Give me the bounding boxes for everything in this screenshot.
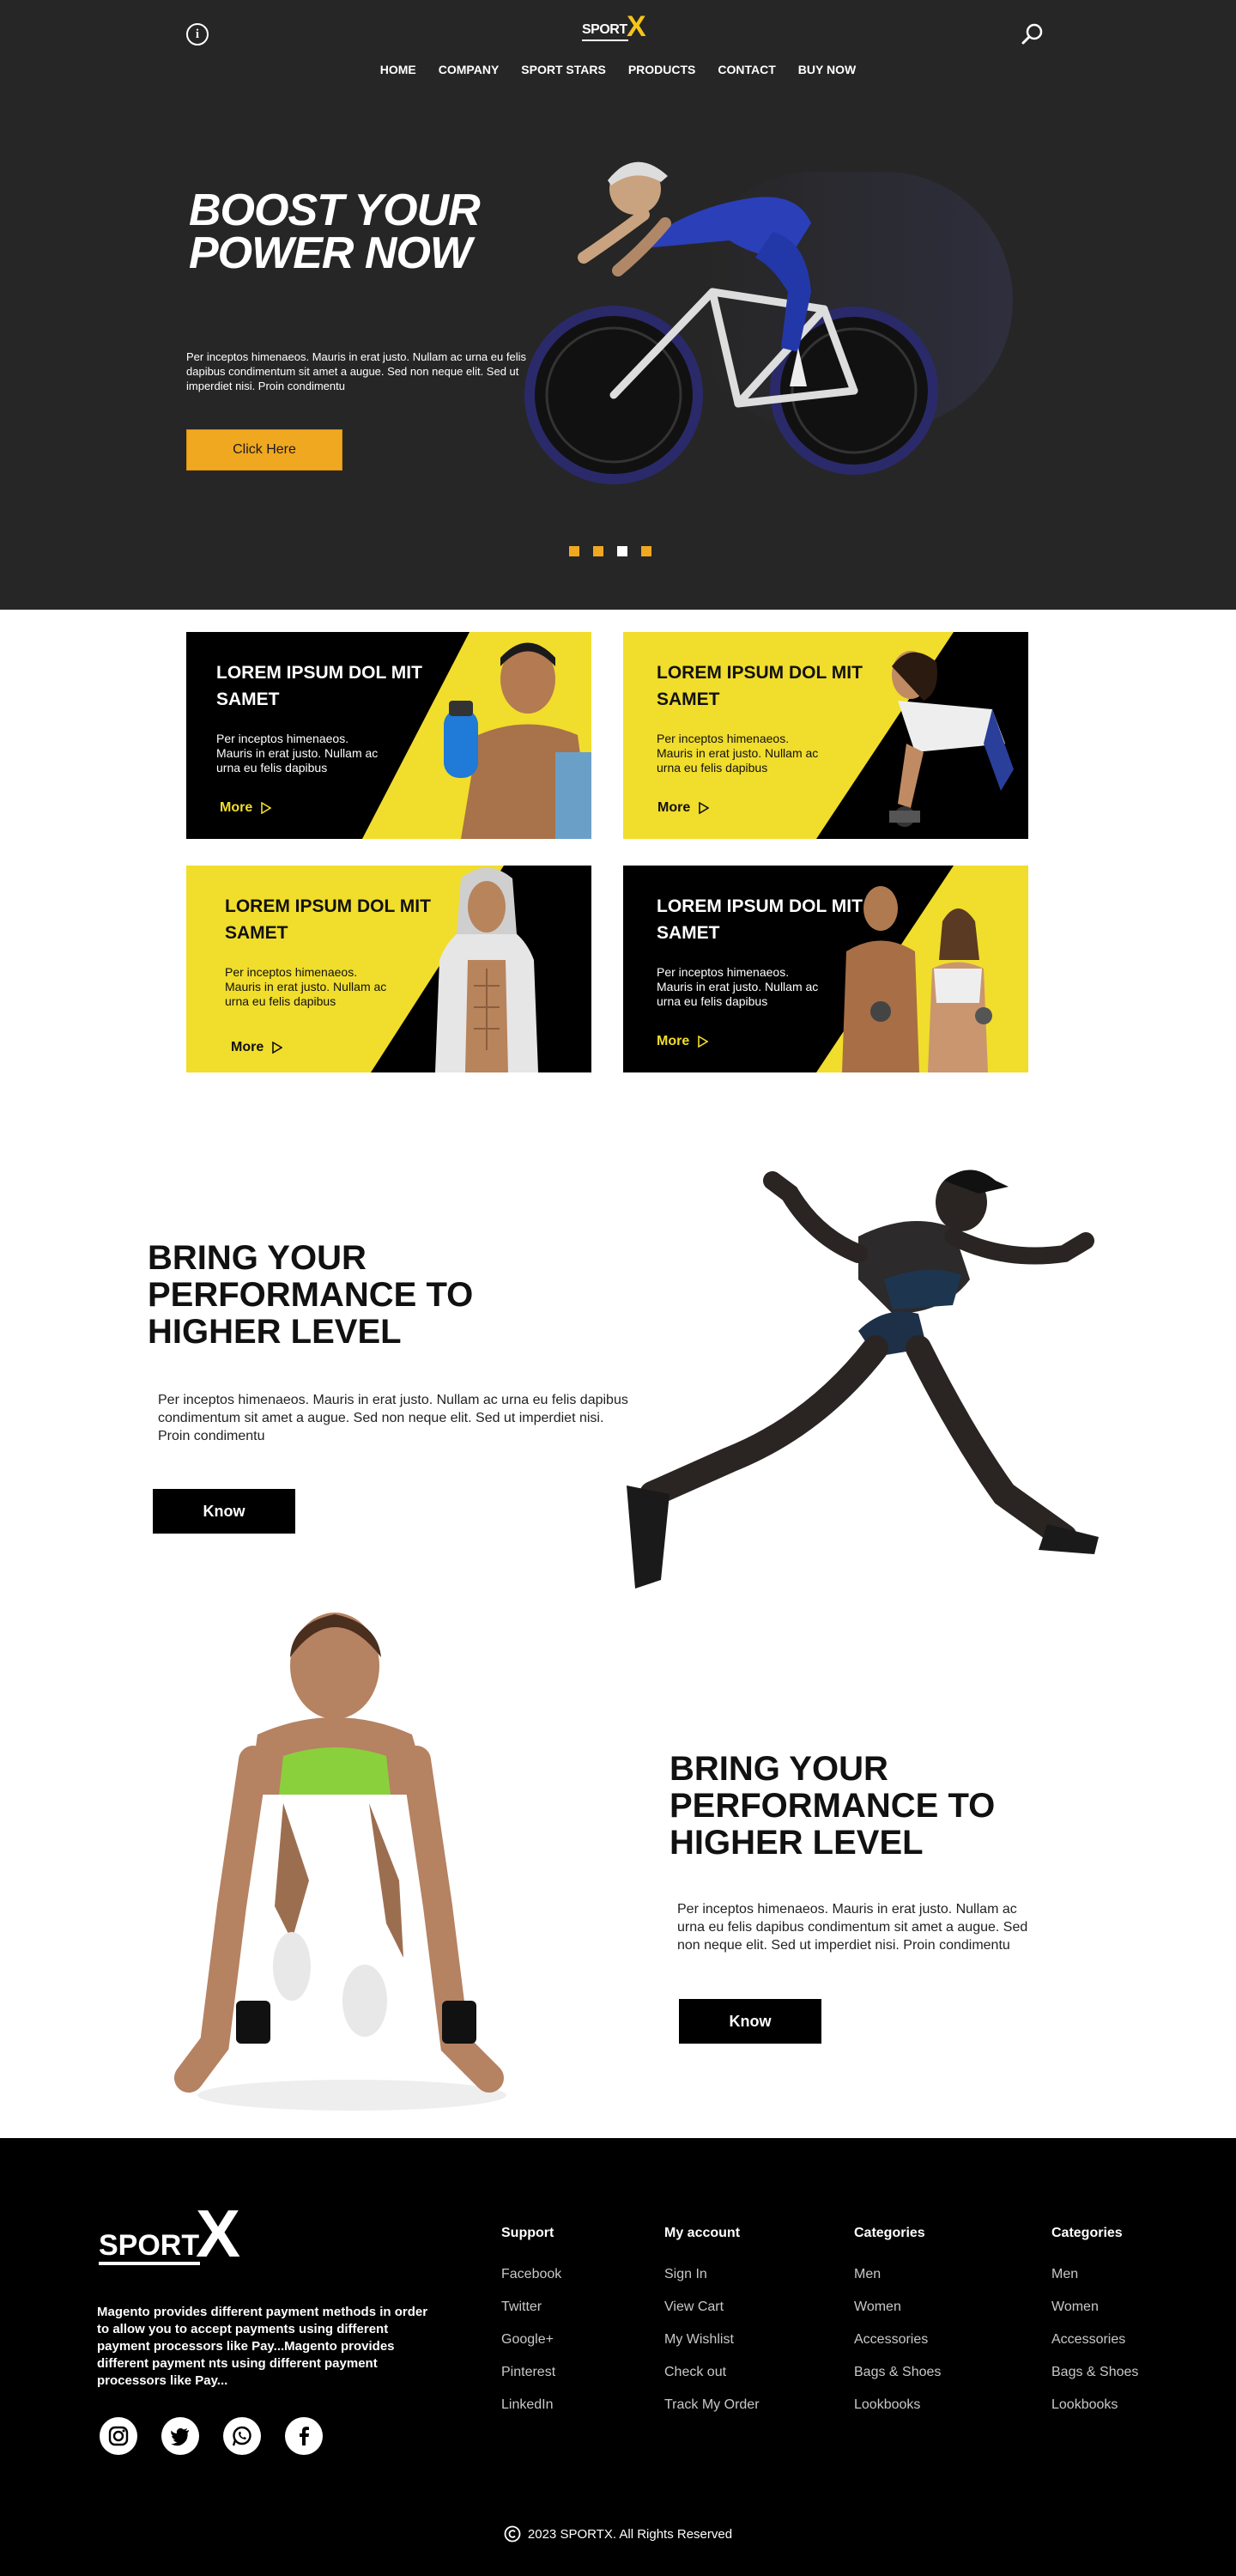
feature-2-title: BRING YOUR PERFORMANCE TO HIGHER LEVEL <box>670 1750 996 1862</box>
footer-col-categories-1: Categories Men Women Accessories Bags & … <box>854 2226 941 2430</box>
feature-2-text: Per inceptos himenaeos. Mauris in erat j… <box>677 1902 1028 1953</box>
copyright-text: 2023 SPORTX. All Rights Reserved <box>527 2526 733 2542</box>
footer-col-title: Support <box>501 2226 554 2240</box>
play-arrow-icon <box>261 802 272 814</box>
card-2-athlete-image <box>889 651 1014 827</box>
play-arrow-icon <box>272 1042 283 1054</box>
slider-dots <box>569 546 651 556</box>
svg-text:X: X <box>196 2200 240 2270</box>
copyright: 2023 SPORTX. All Rights Reserved <box>0 2525 1236 2543</box>
card-3-more-label: More <box>231 1040 264 1054</box>
copyright-icon <box>504 2525 521 2543</box>
logo[interactable]: SPORT X <box>582 12 654 46</box>
footer-link-accessories[interactable]: Accessories <box>854 2332 941 2348</box>
svg-text:SPORT: SPORT <box>99 2229 199 2262</box>
social-links <box>100 2417 323 2455</box>
footer-link-my-wishlist[interactable]: My Wishlist <box>664 2332 760 2348</box>
main-nav: HOME COMPANY SPORT STARS PRODUCTS CONTAC… <box>0 63 1236 76</box>
hero-title: BOOST YOUR POWER NOW <box>189 185 481 278</box>
nav-products[interactable]: PRODUCTS <box>617 63 707 76</box>
feature-1-title: BRING YOUR PERFORMANCE TO HIGHER LEVEL <box>148 1239 474 1351</box>
promo-card-1[interactable]: LOREM IPSUM DOL MIT SAMET Per inceptos h… <box>186 632 591 839</box>
footer-link-accessories[interactable]: Accessories <box>1051 2332 1138 2348</box>
feature-1-know-button[interactable]: Know <box>153 1489 295 1534</box>
footer-link-check-out[interactable]: Check out <box>664 2365 760 2380</box>
instagram-icon[interactable] <box>100 2417 137 2455</box>
footer-link-google-plus[interactable]: Google+ <box>501 2332 561 2348</box>
card-2-more-label: More <box>657 800 691 815</box>
footer-about-text: Magento provides different payment metho… <box>97 2305 428 2388</box>
footer-link-bags-shoes[interactable]: Bags & Shoes <box>854 2365 941 2380</box>
slide-dot-2[interactable] <box>593 546 603 556</box>
footer-link-women[interactable]: Women <box>1051 2300 1138 2315</box>
footer-col-title: Categories <box>1051 2226 1123 2240</box>
play-arrow-icon <box>698 1036 709 1048</box>
card-1-title: LOREM IPSUM DOL MIT SAMET <box>216 663 422 709</box>
nav-contact[interactable]: CONTACT <box>706 63 786 76</box>
footer-link-twitter[interactable]: Twitter <box>501 2300 561 2315</box>
card-4-description: Per inceptos himenaeos. Mauris in erat j… <box>657 965 819 1008</box>
footer-col-title: My account <box>664 2226 741 2240</box>
card-2-more-link[interactable]: More <box>657 800 710 816</box>
footer-link-view-cart[interactable]: View Cart <box>664 2300 760 2315</box>
card-4-more-label: More <box>657 1034 690 1048</box>
card-3-description: Per inceptos himenaeos. Mauris in erat j… <box>225 965 387 1008</box>
footer-col-title: Categories <box>854 2226 925 2240</box>
card-4-title: LOREM IPSUM DOL MIT SAMET <box>657 896 863 943</box>
search-icon[interactable] <box>1021 22 1044 45</box>
footer-link-linkedin[interactable]: LinkedIn <box>501 2397 561 2413</box>
card-3-title: LOREM IPSUM DOL MIT SAMET <box>225 896 431 943</box>
logo-underline <box>582 39 628 41</box>
card-2-description: Per inceptos himenaeos. Mauris in erat j… <box>657 732 819 775</box>
card-1-more-link[interactable]: More <box>220 800 272 816</box>
footer-link-facebook[interactable]: Facebook <box>501 2267 561 2282</box>
feature-2-know-button[interactable]: Know <box>679 1999 821 2044</box>
nav-home[interactable]: HOME <box>369 63 427 76</box>
footer-col-support: Support Facebook Twitter Google+ Pintere… <box>501 2226 561 2430</box>
card-1-more-label: More <box>220 800 253 815</box>
sprinter-woman-image <box>174 1613 506 2111</box>
card-1-description: Per inceptos himenaeos. Mauris in erat j… <box>216 732 379 775</box>
footer-link-pinterest[interactable]: Pinterest <box>501 2365 561 2380</box>
promo-card-3[interactable]: LOREM IPSUM DOL MIT SAMET Per inceptos h… <box>186 866 591 1072</box>
footer-col-my-account: My account Sign In View Cart My Wishlist… <box>664 2226 760 2430</box>
footer-link-lookbooks[interactable]: Lookbooks <box>1051 2397 1138 2413</box>
facebook-icon[interactable] <box>285 2417 323 2455</box>
logo-text: SPORT <box>582 22 627 37</box>
feature-1-text: Per inceptos himenaeos. Mauris in erat j… <box>158 1393 628 1443</box>
footer-link-track-order[interactable]: Track My Order <box>664 2397 760 2413</box>
promo-card-2[interactable]: LOREM IPSUM DOL MIT SAMET Per inceptos h… <box>623 632 1028 839</box>
footer-link-women[interactable]: Women <box>854 2300 941 2315</box>
footer-link-bags-shoes[interactable]: Bags & Shoes <box>1051 2365 1138 2380</box>
twitter-icon[interactable] <box>161 2417 199 2455</box>
nav-buy-now[interactable]: BUY NOW <box>787 63 867 76</box>
promo-card-4[interactable]: LOREM IPSUM DOL MIT SAMET Per inceptos h… <box>623 866 1028 1072</box>
card-1-athlete-image <box>444 642 591 839</box>
card-2-title: LOREM IPSUM DOL MIT SAMET <box>657 663 863 709</box>
nav-company[interactable]: COMPANY <box>427 63 511 76</box>
slide-dot-4[interactable] <box>641 546 651 556</box>
card-3-more-link[interactable]: More <box>231 1040 283 1055</box>
logo-x: X <box>627 10 646 43</box>
play-arrow-icon <box>699 802 710 814</box>
footer-col-categories-2: Categories Men Women Accessories Bags & … <box>1051 2226 1138 2430</box>
footer-logo[interactable]: SPORT X <box>97 2200 260 2270</box>
hero-text: Per inceptos himenaeos. Mauris in erat j… <box>186 350 526 392</box>
footer-link-men[interactable]: Men <box>854 2267 941 2282</box>
footer: SPORT X Magento provides different payme… <box>0 2138 1236 2576</box>
whatsapp-icon[interactable] <box>223 2417 261 2455</box>
cyclist-image <box>524 161 1013 484</box>
hero-click-here-button[interactable]: Click Here <box>186 429 342 471</box>
info-icon[interactable]: i <box>186 23 209 46</box>
footer-link-sign-in[interactable]: Sign In <box>664 2267 760 2282</box>
footer-link-men[interactable]: Men <box>1051 2267 1138 2282</box>
card-4-more-link[interactable]: More <box>657 1034 709 1049</box>
slide-dot-1[interactable] <box>569 546 579 556</box>
nav-sport-stars[interactable]: SPORT STARS <box>510 63 617 76</box>
footer-link-lookbooks[interactable]: Lookbooks <box>854 2397 941 2413</box>
runner-woman-image <box>627 1170 1099 1589</box>
hero-section: i SPORT X HOME COMPANY SPORT STARS PRODU… <box>0 0 1236 610</box>
slide-dot-3[interactable] <box>617 546 627 556</box>
